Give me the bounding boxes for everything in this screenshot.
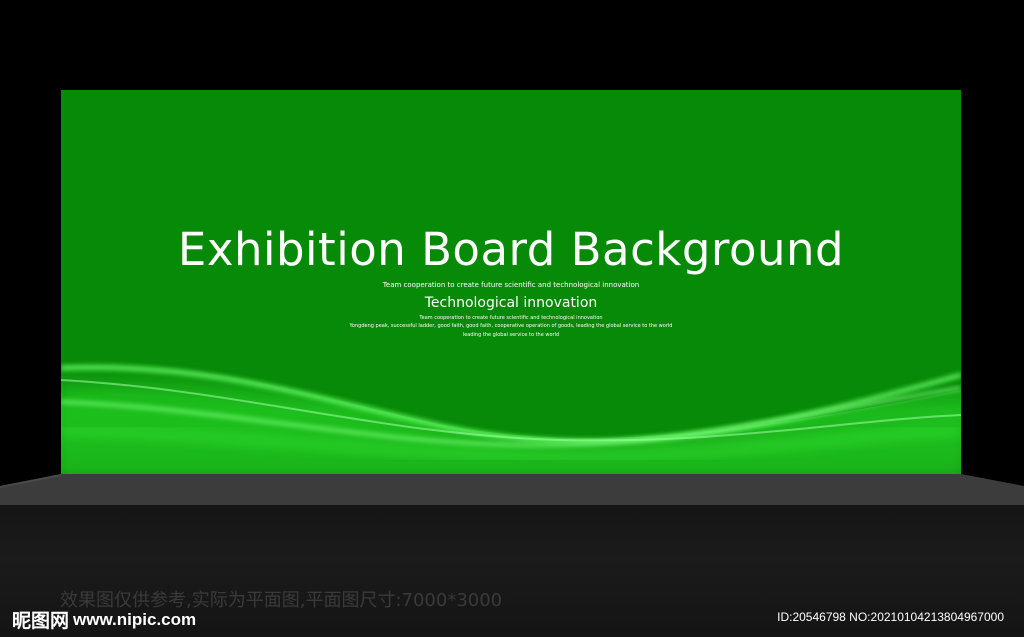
watermark-logo: 昵图网 www.nipic.com: [12, 606, 196, 633]
board-line-2: Yongdeng peak, successful ladder, good f…: [349, 323, 673, 329]
stage-scene: Exhibition Board Background Team coopera…: [0, 0, 1024, 637]
exhibition-board: Exhibition Board Background Team coopera…: [61, 90, 961, 474]
watermark-id: ID:20546798 NO:20210104213804967000: [777, 610, 1004, 624]
nipic-logo-text: 昵图网: [12, 610, 70, 632]
board-subtitle-top: Team cooperation to create future scient…: [382, 281, 640, 289]
board-subtitle-main: Technological innovation: [424, 295, 598, 311]
stage-floor-edge: [0, 474, 1024, 506]
board-title: Exhibition Board Background: [177, 223, 845, 276]
board-line-3: leading the global service to the world: [462, 332, 560, 338]
board-line-1: Team cooperation to create future scient…: [419, 315, 603, 321]
nipic-url: www.nipic.com: [73, 609, 197, 629]
